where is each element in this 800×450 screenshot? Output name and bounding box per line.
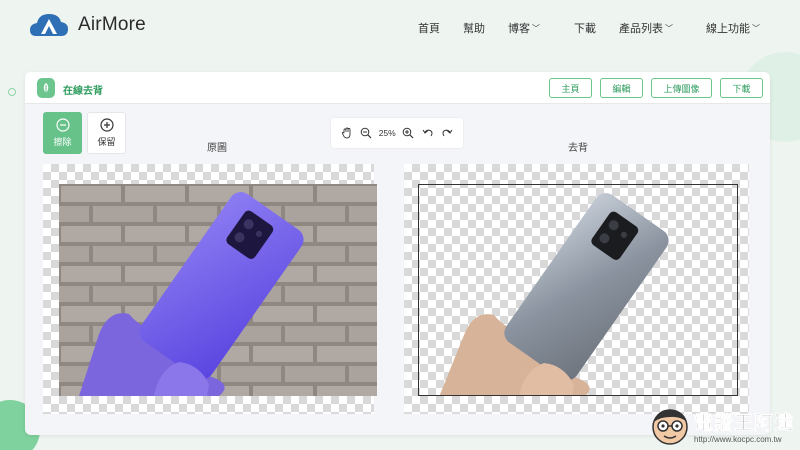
- top-navigation: AirMore 首頁 幫助 博客 ﹀ 下載 產品列表 ﹀ 線上功能 ﹀: [0, 0, 800, 54]
- upload-image-button[interactable]: 上傳圖像: [651, 78, 712, 98]
- background-remover-icon: [37, 78, 55, 98]
- main-nav: 首頁 幫助 博客 ﹀ 下載 產品列表 ﹀ 線上功能 ﹀: [0, 20, 800, 36]
- cutout-frame: [418, 184, 738, 396]
- plus-circle-icon: [99, 118, 114, 132]
- nav-item-label: 博客: [508, 23, 530, 35]
- keep-mode-button[interactable]: 保留: [87, 112, 126, 154]
- watermark-title: 電腦王阿達: [693, 413, 794, 435]
- mascot-face-icon: [652, 409, 688, 445]
- result-pane-title: 去背: [568, 143, 588, 154]
- canvas-toolbar: 25%: [331, 118, 463, 148]
- original-image-canvas[interactable]: [43, 164, 377, 414]
- nav-item-label: 首頁: [418, 23, 440, 35]
- button-label: 主頁: [561, 83, 580, 94]
- zoom-out-icon[interactable]: [359, 126, 373, 140]
- nav-item-blog[interactable]: 博客 ﹀: [508, 20, 540, 36]
- nav-item-label: 幫助: [463, 23, 485, 35]
- home-button[interactable]: 主頁: [549, 78, 592, 98]
- nav-item-home[interactable]: 首頁: [418, 20, 440, 36]
- chevron-down-icon: ﹀: [532, 24, 540, 33]
- minus-circle-icon: [55, 118, 70, 132]
- button-label: 下載: [732, 83, 751, 94]
- erase-label: 擦除: [53, 137, 72, 147]
- chevron-down-icon: ﹀: [752, 24, 760, 33]
- nav-item-online-tools[interactable]: 線上功能 ﹀: [706, 20, 760, 36]
- edit-button[interactable]: 編輯: [600, 78, 643, 98]
- button-label: 編輯: [612, 83, 631, 94]
- hand-icon[interactable]: [340, 126, 354, 140]
- nav-item-label: 線上功能: [706, 23, 750, 35]
- background-dot: [8, 88, 16, 96]
- erase-mode-button[interactable]: 擦除: [43, 112, 82, 154]
- nav-item-help[interactable]: 幫助: [463, 20, 485, 36]
- keep-label: 保留: [97, 137, 116, 147]
- chevron-down-icon: ﹀: [665, 24, 673, 33]
- watermark-text: 電腦王阿達 http://www.kocpc.com.tw: [694, 408, 794, 444]
- zoom-level: 25%: [378, 128, 396, 138]
- undo-icon[interactable]: [421, 126, 435, 140]
- tool-title: 在線去背: [63, 86, 103, 97]
- nav-item-download[interactable]: 下載: [574, 20, 596, 36]
- zoom-in-icon[interactable]: [401, 126, 415, 140]
- tool-header: 在線去背 主頁 編輯 上傳圖像 下載: [25, 72, 770, 104]
- button-label: 上傳圖像: [663, 83, 700, 94]
- original-pane-title: 原圖: [207, 143, 227, 154]
- tool-card: 在線去背 主頁 編輯 上傳圖像 下載 擦除 保留 25% 原圖 去背: [25, 72, 770, 435]
- result-image-canvas[interactable]: [404, 164, 749, 414]
- nav-item-label: 產品列表: [619, 23, 663, 35]
- nav-item-products[interactable]: 產品列表 ﹀: [619, 20, 673, 36]
- watermark-url: http://www.kocpc.com.tw: [693, 435, 782, 444]
- original-photo: [59, 184, 377, 396]
- watermark: 電腦王阿達 http://www.kocpc.com.tw: [650, 406, 794, 446]
- redo-icon[interactable]: [440, 126, 454, 140]
- nav-item-label: 下載: [574, 23, 596, 35]
- download-button[interactable]: 下載: [720, 78, 763, 98]
